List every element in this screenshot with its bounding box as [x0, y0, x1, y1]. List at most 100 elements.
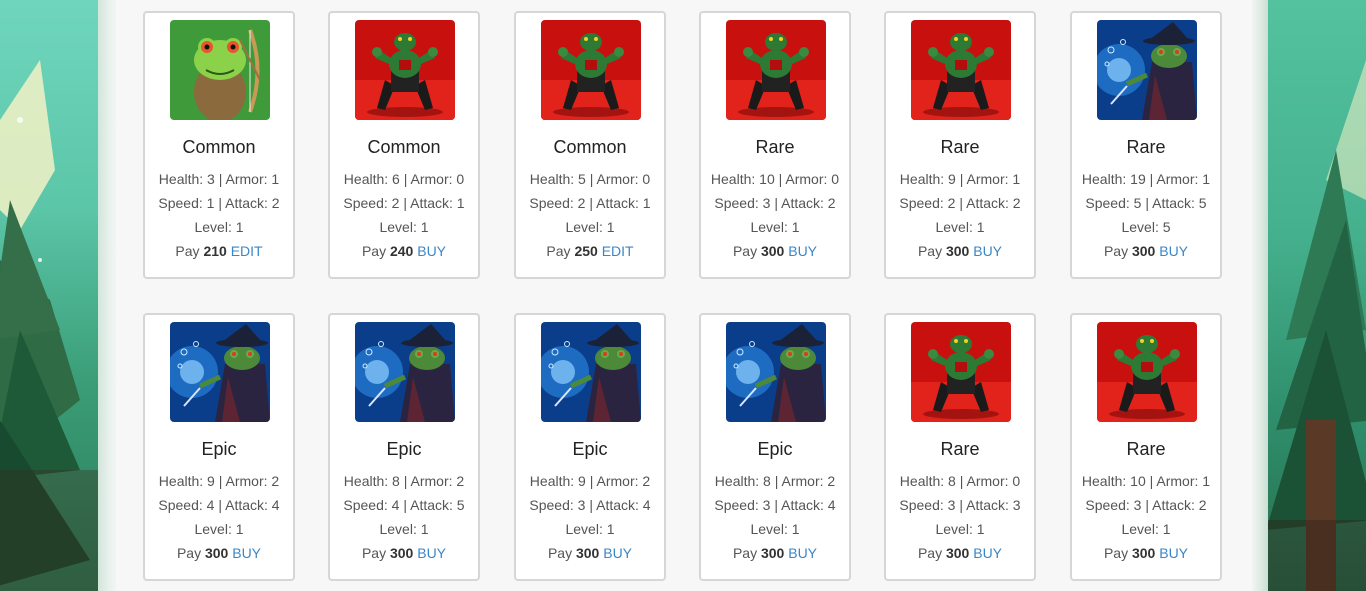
- fighter-frog-icon[interactable]: [911, 20, 1011, 120]
- archer-frog-icon[interactable]: [170, 20, 270, 120]
- attack-value: 1: [642, 195, 651, 211]
- level-label: Level:: [750, 219, 788, 235]
- speed-label: Speed:: [1085, 497, 1130, 513]
- armor-value: 0: [1012, 473, 1021, 489]
- rarity-label: Epic: [757, 439, 793, 459]
- price-value: 300: [760, 545, 785, 561]
- health-label: Health:: [1081, 473, 1127, 489]
- buy-link[interactable]: BUY: [1159, 545, 1188, 561]
- level-stat: Level: 1: [145, 521, 293, 537]
- attack-label: Attack:: [966, 195, 1009, 211]
- speed-label: Speed:: [529, 497, 574, 513]
- price-row: Pay 300 BUY: [886, 243, 1034, 259]
- level-label: Level:: [565, 219, 603, 235]
- price-value: 300: [760, 243, 785, 259]
- price-value: 300: [1131, 243, 1156, 259]
- speed-label: Speed:: [714, 497, 759, 513]
- wizard-frog-icon[interactable]: [170, 322, 270, 422]
- wizard-frog-icon[interactable]: [1097, 20, 1197, 120]
- level-stat: Level: 1: [330, 219, 478, 235]
- speed-label: Speed:: [343, 195, 388, 211]
- speed-value: 2: [577, 195, 586, 211]
- speed-attack-stats: Speed: 4 | Attack: 4: [158, 497, 280, 513]
- level-stat: Level: 1: [516, 521, 664, 537]
- armor-value: 1: [271, 171, 280, 187]
- fighter-frog-icon[interactable]: [355, 20, 455, 120]
- health-label: Health:: [529, 473, 575, 489]
- speed-label: Speed:: [529, 195, 574, 211]
- speed-attack-stats: Speed: 2 | Attack: 1: [343, 195, 465, 211]
- attack-value: 3: [1012, 497, 1021, 513]
- pay-label: Pay: [732, 545, 758, 561]
- price-value: 240: [389, 243, 414, 259]
- pay-label: Pay: [917, 243, 943, 259]
- pay-label: Pay: [175, 243, 200, 259]
- health-label: Health:: [343, 473, 389, 489]
- level-stat: Level: 1: [701, 521, 849, 537]
- attack-label: Attack:: [225, 497, 268, 513]
- fighter-frog-icon[interactable]: [1097, 322, 1197, 422]
- pay-label: Pay: [1103, 545, 1129, 561]
- wizard-frog-icon[interactable]: [355, 322, 455, 422]
- health-value: 8: [392, 473, 400, 489]
- level-value: 1: [1162, 521, 1171, 537]
- buy-link[interactable]: BUY: [417, 545, 446, 561]
- pay-label: Pay: [547, 545, 573, 561]
- armor-value: 1: [1202, 171, 1211, 187]
- speed-value: 2: [391, 195, 400, 211]
- health-value: 19: [1130, 171, 1146, 187]
- speed-value: 4: [391, 497, 400, 513]
- armor-label: Armor:: [410, 473, 453, 489]
- wizard-frog-icon[interactable]: [726, 322, 826, 422]
- armor-label: Armor:: [785, 171, 828, 187]
- rarity-label: Rare: [755, 137, 795, 157]
- buy-link[interactable]: BUY: [973, 545, 1002, 561]
- health-armor-stats: Health: 10 | Armor: 0: [710, 171, 840, 187]
- speed-value: 3: [762, 195, 771, 211]
- frog-card: Rare Health: 9 | Armor: 1 Speed: 2 | Att…: [884, 11, 1036, 279]
- price-row: Pay 300 BUY: [701, 243, 849, 259]
- edit-link[interactable]: EDIT: [602, 243, 634, 259]
- price-value: 300: [1131, 545, 1156, 561]
- buy-link[interactable]: BUY: [788, 545, 817, 561]
- level-value: 1: [976, 521, 985, 537]
- level-value: 5: [1162, 219, 1171, 235]
- pay-label: Pay: [1103, 243, 1129, 259]
- speed-value: 4: [206, 497, 215, 513]
- edit-link[interactable]: EDIT: [231, 243, 263, 259]
- pay-label: Pay: [917, 545, 943, 561]
- health-armor-stats: Health: 19 | Armor: 1: [1081, 171, 1211, 187]
- frog-card: Epic Health: 9 | Armor: 2 Speed: 3 | Att…: [514, 313, 666, 581]
- buy-link[interactable]: BUY: [603, 545, 632, 561]
- armor-value: 0: [831, 171, 840, 187]
- speed-attack-stats: Speed: 3 | Attack: 2: [1085, 497, 1207, 513]
- price-row: Pay 250 EDIT: [516, 243, 664, 259]
- pay-label: Pay: [176, 545, 202, 561]
- card-grid: Common Health: 3 | Armor: 1 Speed: 1 | A…: [116, 0, 1252, 591]
- level-label: Level:: [379, 219, 417, 235]
- frog-card: Rare Health: 10 | Armor: 1 Speed: 3 | At…: [1070, 313, 1222, 581]
- buy-link[interactable]: BUY: [1159, 243, 1188, 259]
- frog-card: Epic Health: 8 | Armor: 2 Speed: 4 | Att…: [328, 313, 480, 581]
- buy-link[interactable]: BUY: [973, 243, 1002, 259]
- speed-label: Speed:: [899, 497, 944, 513]
- attack-label: Attack:: [410, 497, 453, 513]
- fighter-frog-icon[interactable]: [541, 20, 641, 120]
- pay-label: Pay: [361, 243, 387, 259]
- attack-label: Attack:: [781, 195, 824, 211]
- buy-link[interactable]: BUY: [417, 243, 446, 259]
- armor-label: Armor:: [966, 171, 1009, 187]
- armor-label: Armor:: [596, 473, 639, 489]
- buy-link[interactable]: BUY: [788, 243, 817, 259]
- level-value: 1: [420, 219, 429, 235]
- health-armor-stats: Health: 9 | Armor: 1: [899, 171, 1021, 187]
- price-row: Pay 240 BUY: [330, 243, 478, 259]
- attack-value: 5: [1198, 195, 1207, 211]
- wizard-frog-icon[interactable]: [541, 322, 641, 422]
- fighter-frog-icon[interactable]: [726, 20, 826, 120]
- buy-link[interactable]: BUY: [232, 545, 261, 561]
- armor-label: Armor:: [1156, 171, 1199, 187]
- fighter-frog-icon[interactable]: [911, 322, 1011, 422]
- health-value: 9: [578, 473, 586, 489]
- price-row: Pay 300 BUY: [145, 545, 293, 561]
